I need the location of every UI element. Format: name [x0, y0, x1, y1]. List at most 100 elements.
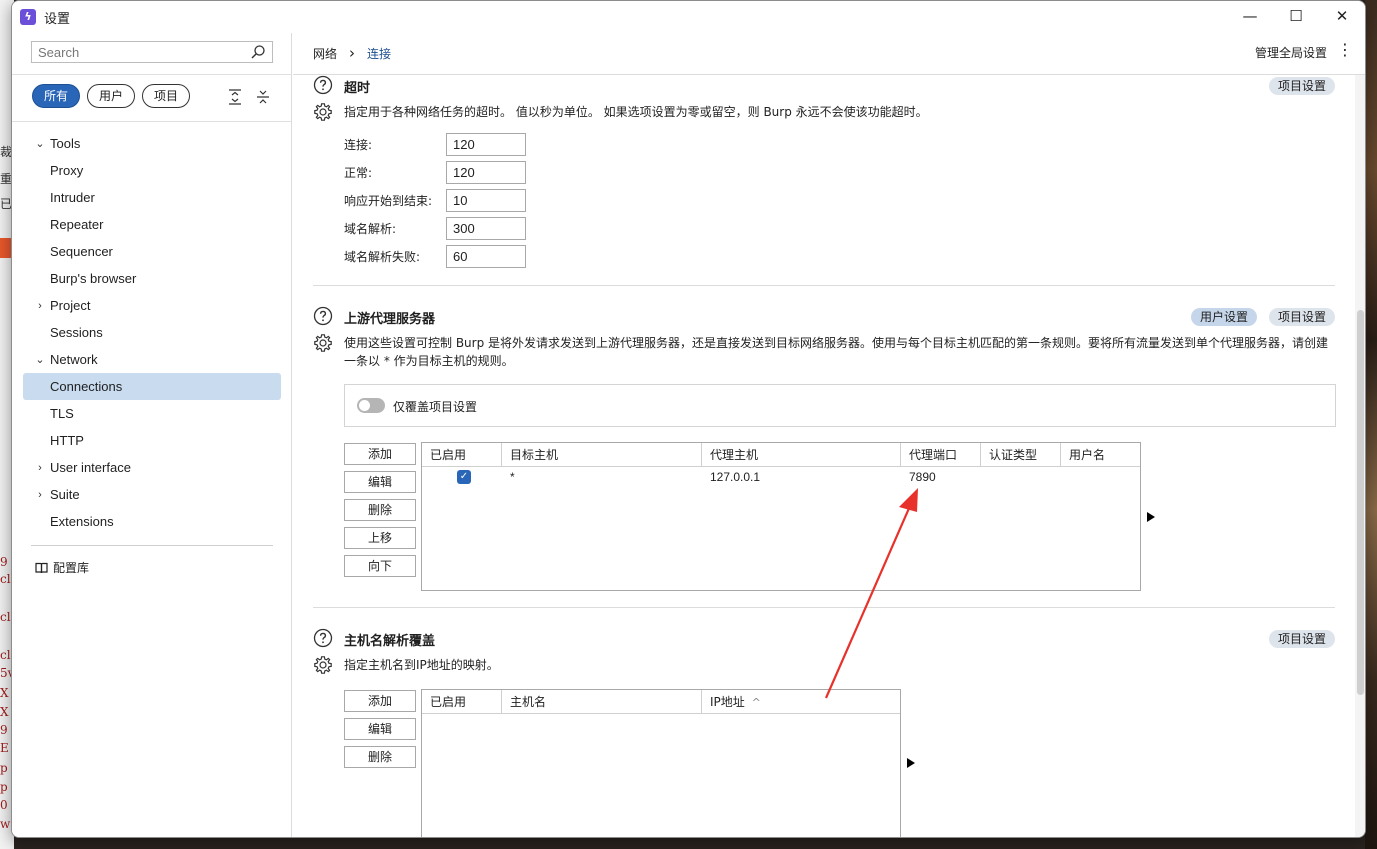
project-setting-badge: 项目设置: [1268, 77, 1335, 95]
burp-logo-icon: ϟ: [20, 9, 36, 25]
edit-button[interactable]: 编辑: [344, 718, 416, 740]
help-icon[interactable]: [313, 306, 333, 326]
timeout-field-input[interactable]: [446, 133, 526, 156]
project-setting-badge: 项目设置: [1268, 630, 1335, 648]
sidebar-item-network[interactable]: ⌄ Network: [23, 346, 281, 373]
sidebar-item-label: User interface: [50, 460, 131, 475]
column-username[interactable]: 用户名: [1061, 443, 1140, 467]
column-enabled[interactable]: 已启用: [422, 690, 502, 714]
minimize-button[interactable]: —: [1227, 1, 1273, 31]
search-icon[interactable]: [250, 44, 266, 60]
sidebar-item-project[interactable]: › Project: [23, 292, 281, 319]
divider: [293, 74, 1365, 75]
breadcrumb-connections: 连接: [367, 46, 392, 61]
edit-button[interactable]: 编辑: [344, 471, 416, 493]
collapse-all-icon[interactable]: [256, 89, 270, 105]
sidebar-item-burp-s-browser[interactable]: Burp's browser: [23, 265, 281, 292]
enabled-checkbox[interactable]: ✓: [457, 470, 471, 484]
row-proxy-host: 127.0.0.1: [710, 470, 761, 484]
table-expand-arrow-icon[interactable]: [907, 758, 915, 768]
table-header: 已启用 目标主机 代理主机 代理端口 认证类型 用户名: [422, 443, 1140, 467]
sidebar-item-sessions[interactable]: Sessions: [23, 319, 281, 346]
timeout-field-row: 正常:: [344, 161, 526, 184]
library-label: 配置库: [53, 561, 90, 575]
column-ip-address[interactable]: IP地址 ^: [702, 690, 900, 714]
search-box: [31, 41, 273, 63]
sidebar-item-label: Sequencer: [50, 244, 113, 259]
add-button[interactable]: 添加: [344, 690, 416, 712]
search-input[interactable]: [32, 42, 242, 62]
settings-content: 网络 › 连接 管理全局设置 ⋮ 超时 项目设置 指定用于各种网络任务的超时。 …: [293, 33, 1365, 837]
help-icon[interactable]: [313, 628, 333, 648]
chevron-down-icon[interactable]: ⌄: [33, 353, 47, 366]
help-icon[interactable]: [313, 75, 333, 95]
expand-all-icon[interactable]: [228, 89, 242, 105]
chevron-right-icon[interactable]: ›: [33, 462, 47, 474]
divider: [31, 545, 273, 546]
scrollbar-thumb[interactable]: [1357, 310, 1364, 695]
column-destination-host[interactable]: 目标主机: [502, 443, 702, 467]
timeout-field-input[interactable]: [446, 189, 526, 212]
table-row[interactable]: ✓ * 127.0.0.1 7890: [422, 467, 1140, 489]
project-setting-badge: 项目设置: [1268, 308, 1335, 326]
sidebar-item-connections[interactable]: Connections: [23, 373, 281, 400]
sidebar-item-label: HTTP: [50, 433, 84, 448]
column-auth-type[interactable]: 认证类型: [981, 443, 1061, 467]
timeout-field-input[interactable]: [446, 161, 526, 184]
gear-icon[interactable]: [313, 655, 333, 675]
remove-button[interactable]: 删除: [344, 499, 416, 521]
chevron-down-icon[interactable]: ⌄: [33, 137, 47, 150]
table-expand-arrow-icon[interactable]: [1147, 512, 1155, 522]
breadcrumb-network[interactable]: 网络: [313, 45, 337, 62]
sidebar-item-label: Connections: [50, 379, 123, 394]
row-destination-host: *: [510, 470, 515, 484]
upstream-description: 使用这些设置可控制 Burp 是将外发请求发送到上游代理服务器，还是直接发送到目…: [344, 336, 1329, 368]
move-down-button[interactable]: 向下: [344, 555, 416, 577]
filter-user-button[interactable]: 用户: [87, 84, 136, 108]
filter-project-button[interactable]: 项目: [142, 84, 191, 108]
timeout-field-input[interactable]: [446, 245, 526, 268]
scrollbar[interactable]: [1355, 75, 1365, 837]
sidebar-item-suite[interactable]: › Suite: [23, 481, 281, 508]
sidebar-item-proxy[interactable]: Proxy: [23, 157, 281, 184]
column-enabled[interactable]: 已启用: [422, 443, 502, 467]
filter-all-button[interactable]: 所有: [32, 84, 81, 108]
sidebar-item-label: Proxy: [50, 163, 84, 178]
gear-icon[interactable]: [313, 333, 333, 353]
sidebar-item-label: Sessions: [50, 325, 103, 340]
move-up-button[interactable]: 上移: [344, 527, 416, 549]
chevron-right-icon[interactable]: ›: [33, 300, 47, 312]
add-button[interactable]: 添加: [344, 443, 416, 465]
row-auth-type: [981, 467, 1061, 489]
chevron-right-icon[interactable]: ›: [33, 489, 47, 501]
sidebar-item-intruder[interactable]: Intruder: [23, 184, 281, 211]
sidebar-item-user-interface[interactable]: › User interface: [23, 454, 281, 481]
sidebar-item-sequencer[interactable]: Sequencer: [23, 238, 281, 265]
override-toggle[interactable]: [357, 398, 385, 413]
sidebar-item-http[interactable]: HTTP: [23, 427, 281, 454]
column-proxy-host[interactable]: 代理主机: [702, 443, 901, 467]
maximize-button[interactable]: ☐: [1273, 1, 1319, 31]
desktop-wallpaper: [1365, 0, 1377, 849]
sidebar-item-tools[interactable]: ⌄ Tools: [23, 130, 281, 157]
sidebar-item-label: Intruder: [50, 190, 95, 205]
more-options-icon[interactable]: ⋮: [1337, 42, 1353, 58]
configuration-library-link[interactable]: 配置库: [35, 559, 89, 576]
close-button[interactable]: ✕: [1319, 1, 1365, 31]
timeout-field-input[interactable]: [446, 217, 526, 240]
remove-button[interactable]: 删除: [344, 746, 416, 768]
timeout-description: 指定用于各种网络任务的超时。 值以秒为单位。 如果选项设置为零或留空，则 Bur…: [344, 105, 928, 119]
table-header: 已启用 主机名 IP地址 ^: [422, 690, 900, 714]
timeout-field-row: 域名解析:: [344, 217, 526, 240]
column-hostname[interactable]: 主机名: [502, 690, 702, 714]
breadcrumb: 网络 › 连接: [313, 44, 391, 62]
column-proxy-port[interactable]: 代理端口: [901, 443, 981, 467]
gear-icon[interactable]: [313, 102, 333, 122]
sidebar-item-tls[interactable]: TLS: [23, 400, 281, 427]
sidebar-item-repeater[interactable]: Repeater: [23, 211, 281, 238]
sidebar-item-label: Suite: [50, 487, 80, 502]
sidebar-item-extensions[interactable]: Extensions: [23, 508, 281, 535]
timeout-field-label: 域名解析失败:: [344, 250, 421, 264]
manage-global-settings-link[interactable]: 管理全局设置: [1255, 44, 1327, 61]
divider: [12, 74, 291, 75]
